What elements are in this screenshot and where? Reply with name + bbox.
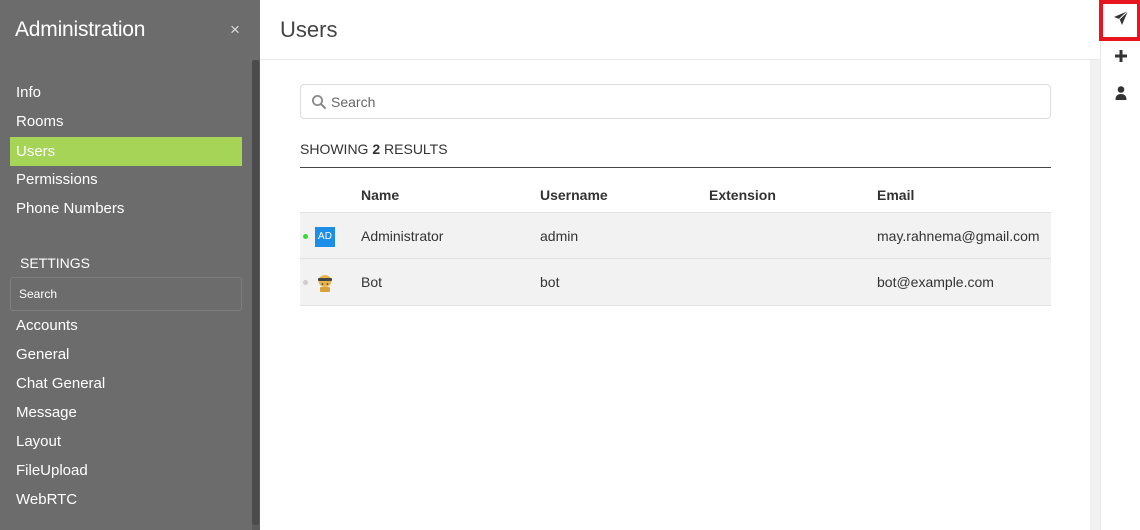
flex-tab-rail — [1099, 0, 1140, 530]
plus-icon — [1115, 50, 1127, 62]
user-search-input[interactable] — [331, 86, 1031, 117]
nav-item-permissions[interactable]: Permissions — [10, 165, 242, 194]
sidebar-title: Administration — [15, 18, 146, 41]
avatar: AD — [315, 227, 335, 247]
column-header-username: Username — [540, 187, 608, 203]
highlight-box — [1099, 0, 1140, 41]
sidebar-header: Administration × — [0, 0, 260, 60]
results-count: SHOWING 2 RESULTS — [300, 141, 448, 157]
online-status-dot — [303, 234, 308, 239]
results-suffix: RESULTS — [384, 141, 448, 157]
table-row[interactable]: Bot bot bot@example.com — [300, 259, 1051, 306]
user-email: may.rahnema@gmail.com — [877, 228, 1040, 244]
settings-item-message[interactable]: Message — [10, 398, 242, 427]
table-row[interactable]: AD Administrator admin may.rahnema@gmail… — [300, 212, 1051, 259]
nav-item-users[interactable]: Users — [10, 137, 242, 166]
settings-item-fileupload[interactable]: FileUpload — [10, 456, 242, 485]
user-name: Administrator — [361, 228, 444, 244]
user-name: Bot — [361, 274, 383, 290]
offline-status-dot — [303, 280, 308, 285]
results-number: 2 — [372, 141, 381, 157]
settings-item-layout[interactable]: Layout — [10, 427, 242, 456]
results-divider — [300, 167, 1051, 168]
admin-sidebar: Administration × Info Rooms Users Permis… — [0, 0, 260, 530]
settings-item-accounts[interactable]: Accounts — [10, 311, 242, 340]
bot-avatar-icon — [315, 273, 335, 293]
settings-heading: SETTINGS — [20, 255, 91, 271]
column-header-name: Name — [361, 187, 400, 203]
column-header-extension: Extension — [709, 187, 776, 203]
page-title: Users — [280, 17, 338, 42]
user-info-button[interactable] — [1101, 75, 1140, 111]
sidebar-scrollbar-thumb[interactable] — [252, 60, 259, 525]
add-button[interactable] — [1101, 38, 1140, 74]
nav-item-info[interactable]: Info — [10, 78, 242, 107]
users-panel: Users SHOWING 2 RESULTS Name Username Ex… — [260, 0, 1100, 530]
settings-item-chat-general[interactable]: Chat General — [10, 369, 242, 398]
column-header-email: Email — [877, 187, 915, 203]
user-email: bot@example.com — [877, 274, 994, 290]
settings-search-input[interactable] — [10, 277, 242, 311]
user-search-box[interactable] — [300, 84, 1051, 119]
main-header: Users — [260, 0, 1100, 60]
close-icon[interactable]: × — [230, 20, 240, 40]
main-scrollbar[interactable] — [1090, 60, 1100, 530]
search-icon — [312, 95, 326, 109]
nav-item-rooms[interactable]: Rooms — [10, 107, 242, 136]
settings-item-general[interactable]: General — [10, 340, 242, 369]
results-prefix: SHOWING — [300, 141, 369, 157]
user-username: admin — [540, 228, 579, 244]
user-icon — [1115, 86, 1127, 100]
user-username: bot — [540, 274, 560, 290]
nav-item-phone-numbers[interactable]: Phone Numbers — [10, 194, 242, 223]
settings-item-webrtc[interactable]: WebRTC — [10, 485, 242, 514]
